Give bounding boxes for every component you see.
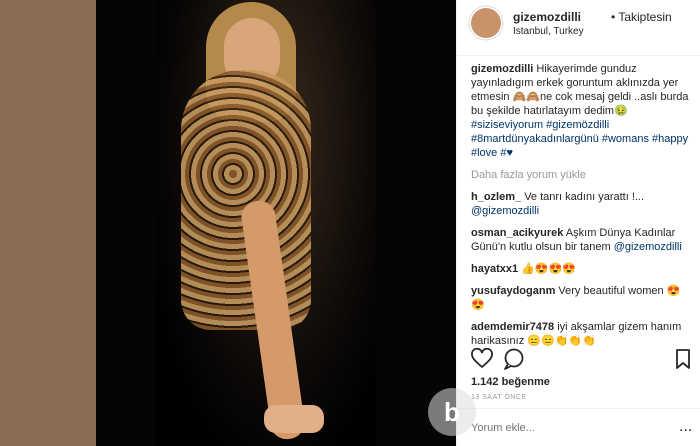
comment-item: osman_acikyurek Aşkım Dünya Kadınlar Gün… bbox=[471, 226, 693, 254]
comment-mention[interactable]: @gizemozdilli bbox=[471, 205, 539, 217]
comment-username[interactable]: hayatxx1 bbox=[471, 263, 518, 275]
following-status[interactable]: • Takiptesin bbox=[611, 10, 672, 24]
bookmark-icon[interactable] bbox=[676, 349, 690, 369]
instagram-post-view: gizemozdilli • Takiptesin Istanbul, Turk… bbox=[0, 0, 700, 446]
heart-icon[interactable] bbox=[471, 348, 493, 369]
post-actions bbox=[471, 348, 693, 370]
like-count[interactable]: 1.142 beğenme bbox=[471, 376, 550, 388]
post-location[interactable]: Istanbul, Turkey bbox=[513, 26, 584, 37]
caption-hashtags[interactable]: #siziseviyorum #gizemözdilli #8martdünya… bbox=[471, 119, 688, 159]
actions-svg bbox=[471, 348, 690, 370]
divider bbox=[457, 408, 700, 409]
post-sidebar: gizemozdilli • Takiptesin Istanbul, Turk… bbox=[456, 0, 700, 446]
photo-dress bbox=[181, 70, 311, 330]
comment-icon[interactable] bbox=[504, 348, 524, 370]
comment-username[interactable]: osman_acikyurek bbox=[471, 227, 563, 239]
post-username[interactable]: gizemozdilli bbox=[513, 10, 581, 24]
add-comment-input[interactable] bbox=[471, 420, 651, 436]
comment-username[interactable]: ademdemir7478 bbox=[471, 321, 554, 333]
watermark-logo: b bbox=[428, 388, 476, 436]
post-time: 13 SAAT ÖNCE bbox=[471, 394, 527, 401]
photo-shoe bbox=[264, 405, 324, 433]
caption-username[interactable]: gizemozdilli bbox=[471, 63, 533, 75]
comments-list: gizemozdilli Hikayerimde gunduz yayınlad… bbox=[471, 62, 693, 356]
comment-username[interactable]: h_ozlem_ bbox=[471, 191, 521, 203]
page-background bbox=[0, 0, 96, 446]
comment-username[interactable]: yusufaydoganm bbox=[471, 285, 555, 297]
comment-mention[interactable]: @gizemozdilli bbox=[614, 241, 682, 253]
post-photo[interactable] bbox=[96, 0, 456, 446]
comment-item: ademdemir7478 iyi akşamlar gizem hanım h… bbox=[471, 320, 693, 348]
more-options-button[interactable]: ... bbox=[679, 418, 692, 436]
comment-item: hayatxx1 👍😍😍😍 bbox=[471, 262, 693, 276]
comment-item: yusufaydoganm Very beautiful women 😍 😍 bbox=[471, 284, 693, 312]
comment-item: h_ozlem_ Ve tanrı kadını yarattı !... @g… bbox=[471, 190, 693, 218]
load-more-comments[interactable]: Daha fazla yorum yükle bbox=[471, 168, 693, 182]
post-header: gizemozdilli • Takiptesin Istanbul, Turk… bbox=[457, 0, 700, 56]
comment-text: Ve tanrı kadını yarattı !... bbox=[524, 191, 645, 203]
comment-text: 👍😍😍😍 bbox=[521, 263, 576, 275]
caption: gizemozdilli Hikayerimde gunduz yayınlad… bbox=[471, 62, 693, 160]
avatar[interactable] bbox=[471, 8, 501, 38]
